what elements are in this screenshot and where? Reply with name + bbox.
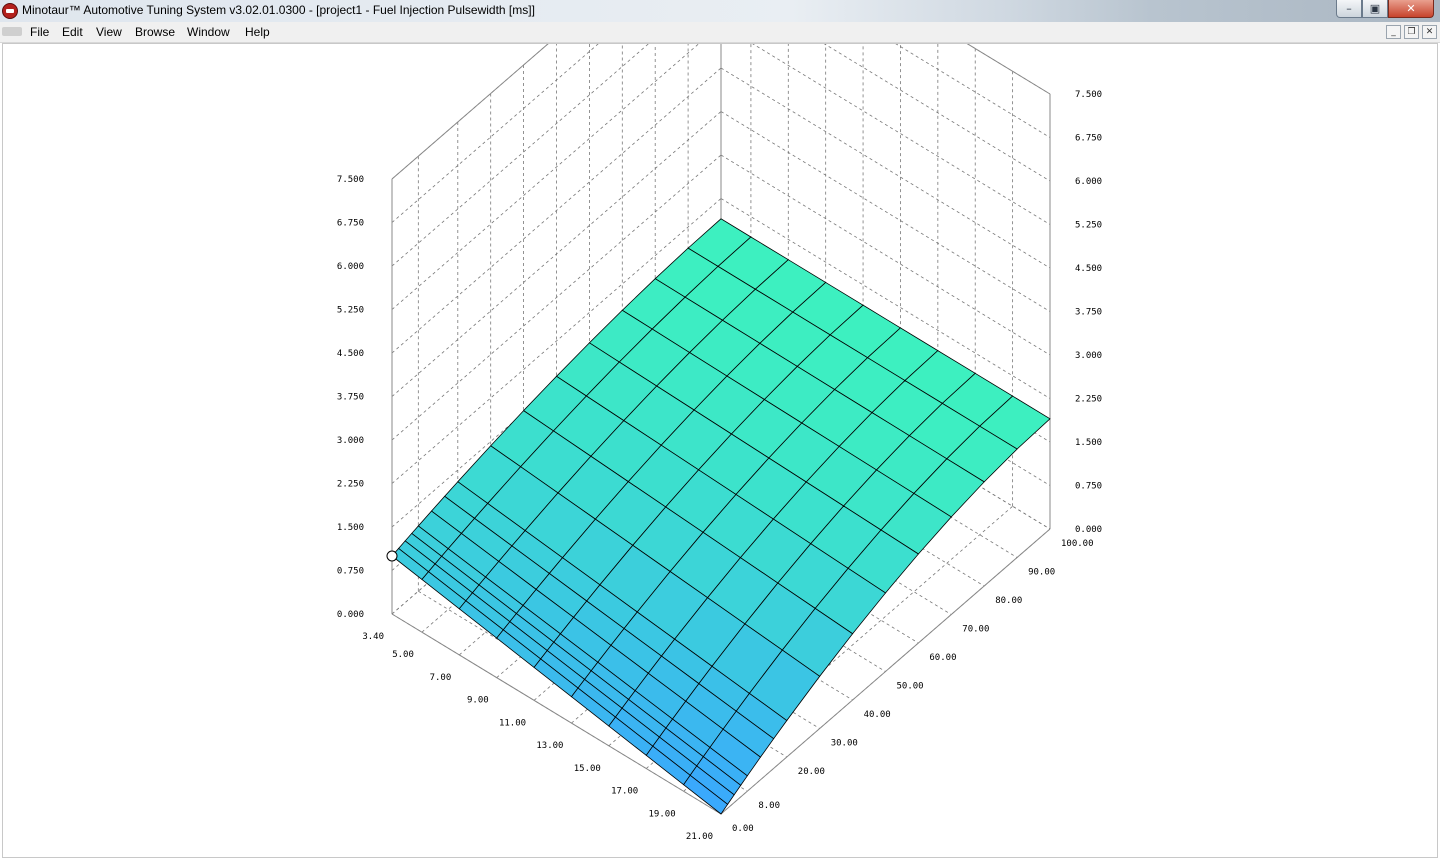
x-tick-label: 11.00 xyxy=(499,718,526,728)
y-tick-label: 20.00 xyxy=(798,767,825,777)
grid-line xyxy=(391,44,649,267)
x-tick-label: 21.00 xyxy=(686,832,713,842)
menu-edit[interactable]: Edit xyxy=(62,25,83,39)
y-tick-label: 8.00 xyxy=(758,801,780,811)
document-icon[interactable] xyxy=(2,27,22,36)
grid-line xyxy=(966,44,1051,95)
app-icon[interactable] xyxy=(2,3,18,19)
mdi-minimize-button[interactable]: _ xyxy=(1386,25,1401,39)
y-tick-label: 80.00 xyxy=(995,596,1022,606)
z-tick-label-right: 4.500 xyxy=(1075,264,1102,274)
y-tick-label: 40.00 xyxy=(864,710,891,720)
z-tick-label-right: 3.750 xyxy=(1075,308,1102,318)
menu-file[interactable]: File xyxy=(30,25,49,39)
maximize-button[interactable]: ▣ xyxy=(1362,0,1388,18)
z-tick-label-right: 1.500 xyxy=(1075,438,1102,448)
y-tick-label: 0.00 xyxy=(732,824,754,834)
x-tick-label: 13.00 xyxy=(536,741,563,751)
x-tick-label: 17.00 xyxy=(611,787,638,797)
y-tick-label: 90.00 xyxy=(1028,568,1055,578)
window-title: Minotaur™ Automotive Tuning System v3.02… xyxy=(22,3,535,17)
z-tick-label-left: 1.500 xyxy=(337,523,364,533)
z-tick-label-right: 0.750 xyxy=(1075,482,1102,492)
z-tick-label-right: 7.500 xyxy=(1075,90,1102,100)
z-tick-label-right: 2.250 xyxy=(1075,395,1102,405)
menu-bar: File Edit View Browse Window Help xyxy=(0,22,1440,43)
x-tick-label: 3.40 xyxy=(362,632,384,642)
z-tick-label-left: 2.250 xyxy=(337,480,364,490)
mdi-restore-button[interactable]: ❐ xyxy=(1404,25,1419,39)
z-tick-label-right: 6.750 xyxy=(1075,134,1102,144)
z-tick-label-left: 5.250 xyxy=(337,306,364,316)
menu-browse[interactable]: Browse xyxy=(135,25,175,39)
y-tick-label: 50.00 xyxy=(897,682,924,692)
z-tick-label-right: 5.250 xyxy=(1075,221,1102,231)
z-tick-label-right: 6.000 xyxy=(1075,177,1102,187)
z-tick-label-left: 7.500 xyxy=(337,175,364,185)
x-tick-label: 7.00 xyxy=(430,673,452,683)
z-tick-label-left: 6.000 xyxy=(337,262,364,272)
z-tick-label-right: 3.000 xyxy=(1075,351,1102,361)
grid-line xyxy=(895,44,1051,138)
x-tick-label: 15.00 xyxy=(574,764,601,774)
chart-workspace[interactable]: 0.000 0.000 0.750 0.750 1.500 1.500 2.250 2.250… xyxy=(2,43,1438,858)
z-tick-label-left: 4.500 xyxy=(337,349,364,359)
selected-cell-marker xyxy=(386,550,398,562)
z-tick-label-left: 3.750 xyxy=(337,393,364,403)
menu-window[interactable]: Window xyxy=(187,25,230,39)
axis-line xyxy=(966,44,1051,95)
menu-help[interactable]: Help xyxy=(245,25,270,39)
mdi-close-button[interactable]: ✕ xyxy=(1422,25,1437,39)
x-tick-label: 5.00 xyxy=(392,650,414,660)
title-bar[interactable]: Minotaur™ Automotive Tuning System v3.02… xyxy=(0,0,1440,22)
minimize-button[interactable]: – xyxy=(1336,0,1362,18)
menu-view[interactable]: View xyxy=(96,25,122,39)
surface-plot[interactable]: 0.000 0.000 0.750 0.750 1.500 1.500 2.250 2.250… xyxy=(3,44,1439,859)
y-tick-label: 100.00 xyxy=(1061,539,1094,549)
z-tick-label-right: 0.000 xyxy=(1075,525,1102,535)
z-tick-label-left: 3.000 xyxy=(337,436,364,446)
grid-line xyxy=(720,67,1051,269)
z-tick-label-left: 0.750 xyxy=(337,567,364,577)
close-button[interactable]: ✕ xyxy=(1388,0,1434,18)
y-tick-label: 70.00 xyxy=(962,625,989,635)
y-tick-label: 60.00 xyxy=(929,653,956,663)
y-tick-label: 30.00 xyxy=(831,739,858,749)
z-tick-label-left: 6.750 xyxy=(337,219,364,229)
grid-line xyxy=(752,44,1051,225)
x-tick-label: 9.00 xyxy=(467,696,489,706)
x-tick-label: 19.00 xyxy=(649,809,676,819)
z-tick-label-left: 0.000 xyxy=(337,610,364,620)
